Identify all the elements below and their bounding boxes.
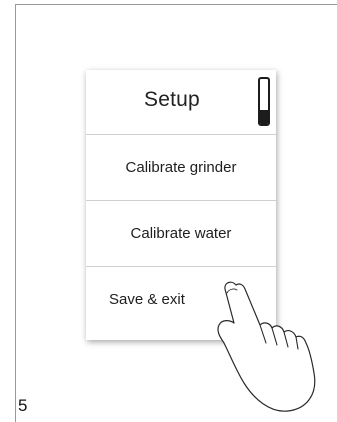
menu-item-calibrate-water[interactable]: Calibrate water [86, 201, 276, 267]
scroll-thumb[interactable] [260, 110, 268, 124]
step-number: 5 [18, 396, 28, 415]
setup-title: Setup [144, 88, 200, 111]
pointing-hand-icon [217, 281, 316, 412]
setup-header: Setup [86, 70, 276, 135]
menu-item-label: Calibrate water [130, 225, 232, 242]
menu-item-calibrate-grinder[interactable]: Calibrate grinder [86, 135, 276, 201]
scroll-indicator[interactable] [258, 77, 270, 126]
menu-item-label: Calibrate grinder [125, 159, 237, 176]
